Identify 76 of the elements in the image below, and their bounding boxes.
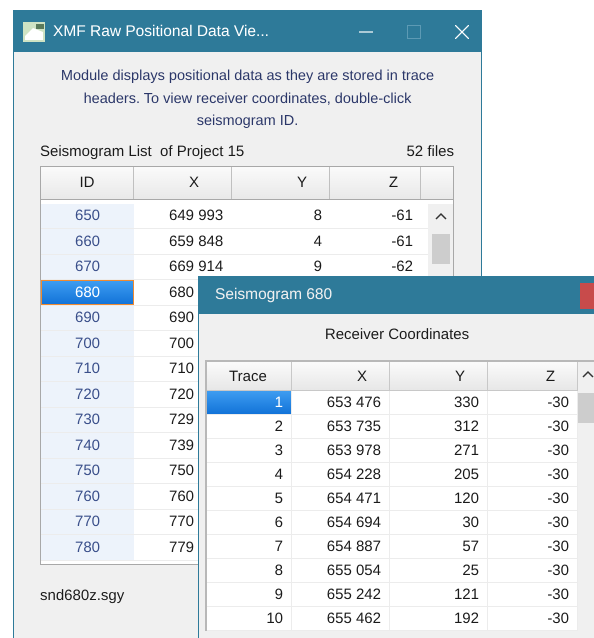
- trace-cell[interactable]: 8: [207, 559, 292, 582]
- table-cell-text: -61: [390, 232, 414, 252]
- column-header[interactable]: Y: [232, 166, 330, 198]
- id-cell[interactable]: 750: [41, 458, 134, 483]
- table-cell-text: 9: [312, 257, 323, 278]
- trace-cell[interactable]: 1: [207, 391, 292, 414]
- table-cell-text: 700: [168, 334, 196, 354]
- id-cell[interactable]: 730: [41, 408, 134, 432]
- table-cell-text: 690: [168, 308, 196, 328]
- trace-cell[interactable]: 4: [207, 463, 292, 486]
- window-title: Seismogram 680: [215, 286, 332, 304]
- window-title: XMF Raw Positional Data Vie...: [53, 22, 270, 40]
- table-cell: 312: [390, 415, 488, 438]
- trace-cell[interactable]: 3: [207, 439, 292, 462]
- table-cell: 192: [390, 607, 488, 630]
- trace-cell[interactable]: 7: [207, 535, 292, 558]
- table-cell-text: 779: [168, 538, 196, 558]
- table-cell-text: 760: [168, 486, 196, 507]
- table-cell: 653 735: [292, 415, 390, 438]
- table-cell: 205: [390, 463, 488, 486]
- table-cell-text: -61: [390, 206, 414, 226]
- id-cell[interactable]: 690: [41, 306, 134, 330]
- table-cell: 653 978: [292, 439, 390, 462]
- trace-cell[interactable]: 6: [207, 511, 292, 534]
- table-cell: 330: [390, 391, 488, 414]
- table-cell: 654 694: [292, 511, 390, 534]
- table-cell-text: 750: [168, 461, 196, 482]
- id-cell[interactable]: 720: [41, 382, 134, 406]
- file-name-text: snd680z.sgy: [40, 586, 124, 604]
- id-cell[interactable]: 740: [41, 433, 134, 458]
- table-cell: 654 887: [292, 535, 390, 558]
- table-cell-text: 649 993: [168, 206, 224, 226]
- id-cell[interactable]: 680: [41, 280, 134, 304]
- table-cell-text: 710: [168, 359, 196, 380]
- column-header[interactable]: Y: [390, 362, 488, 391]
- file-count: 52 files: [406, 142, 454, 160]
- table-cell: 654 471: [292, 487, 390, 510]
- column-header[interactable]: ID: [41, 166, 134, 198]
- column-header[interactable]: X: [292, 362, 390, 391]
- id-cell[interactable]: 770: [41, 510, 134, 534]
- table-cell: 655 462: [292, 607, 390, 630]
- table-cell: 271: [390, 439, 488, 462]
- list-title: Seismogram List of Project 15: [40, 142, 244, 160]
- table-cell: 120: [390, 487, 488, 510]
- table-cell-text: 770: [168, 512, 196, 532]
- table-cell: 30: [390, 511, 488, 534]
- id-cell[interactable]: 660: [41, 229, 134, 254]
- table-cell-text: 8: [312, 206, 323, 226]
- description-text: Module displays positional data as they are stored in trace headers. To view receiver coordinates, double-click seismogram ID.: [60, 67, 436, 131]
- table-cell: 655 242: [292, 583, 390, 606]
- table-cell-text: 739: [168, 436, 196, 456]
- table-cell-text: 4: [312, 232, 323, 252]
- trace-cell[interactable]: 10: [207, 607, 292, 630]
- table-cell: 25: [390, 559, 488, 582]
- table-cell: 654 228: [292, 463, 390, 486]
- id-cell[interactable]: 780: [41, 535, 134, 560]
- table-cell-text: -62: [390, 257, 414, 278]
- column-header[interactable]: Z: [330, 166, 421, 198]
- id-cell[interactable]: 670: [41, 254, 134, 279]
- trace-cell[interactable]: 9: [207, 583, 292, 606]
- table-cell-text: 669 914: [168, 257, 224, 278]
- id-cell[interactable]: 760: [41, 484, 134, 508]
- id-cell[interactable]: 710: [41, 356, 134, 381]
- table-cell: 653 476: [292, 391, 390, 414]
- id-cell[interactable]: 650: [41, 204, 134, 228]
- table-cell-text: 720: [168, 384, 196, 405]
- table-cell-text: 659 848: [168, 232, 224, 252]
- trace-cell[interactable]: 2: [207, 415, 292, 438]
- table-cell: 121: [390, 583, 488, 606]
- table-cell-text: 729: [168, 410, 196, 430]
- table-heading: Receiver Coordinates: [324, 326, 470, 345]
- column-header[interactable]: X: [134, 166, 232, 198]
- table-cell: 57: [390, 535, 488, 558]
- id-cell[interactable]: 700: [41, 331, 134, 356]
- trace-cell[interactable]: 5: [207, 487, 292, 510]
- table-cell: 655 054: [292, 559, 390, 582]
